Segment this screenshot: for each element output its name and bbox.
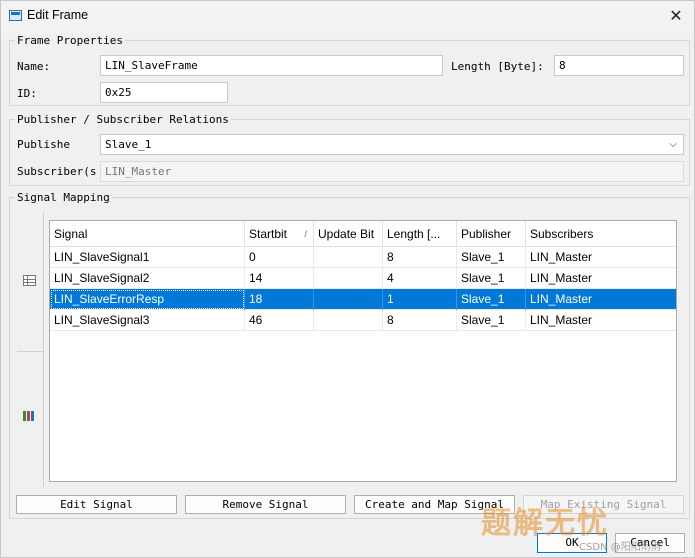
cell-startbit: 46 xyxy=(245,310,314,331)
panel-divider xyxy=(17,351,44,352)
column-header-subscribers[interactable]: Subscribers xyxy=(526,221,676,247)
cell-length: 1 xyxy=(383,289,457,310)
cell-update-bit xyxy=(314,289,383,310)
cell-update-bit xyxy=(314,310,383,331)
cell-publisher: Slave_1 xyxy=(457,268,526,289)
title-bar: Edit Frame ✕ xyxy=(1,1,694,33)
edit-signal-button[interactable]: Edit Signal xyxy=(16,495,177,514)
sort-indicator-icon: / xyxy=(304,229,307,239)
cell-length: 8 xyxy=(383,310,457,331)
ok-button[interactable]: OK xyxy=(537,533,607,553)
cell-signal: LIN_SlaveSignal3 xyxy=(50,310,245,331)
cell-signal: LIN_SlaveErrorResp xyxy=(50,289,245,310)
cell-update-bit xyxy=(314,247,383,268)
id-label: ID: xyxy=(17,87,37,100)
cell-publisher: Slave_1 xyxy=(457,247,526,268)
table-row[interactable]: LIN_SlaveSignal1 0 8 Slave_1 LIN_Master xyxy=(50,247,676,268)
column-header-signal[interactable]: Signal xyxy=(50,221,245,247)
cell-subscribers: LIN_Master xyxy=(530,250,593,264)
publisher-label: Publishe xyxy=(17,138,70,151)
remove-signal-button[interactable]: Remove Signal xyxy=(185,495,346,514)
cell-update-bit xyxy=(314,268,383,289)
publisher-value: Slave_1 xyxy=(105,138,152,151)
subscriber-field: LIN_Master xyxy=(100,161,684,182)
window-title: Edit Frame xyxy=(27,8,89,22)
edit-frame-dialog: Edit Frame ✕ Frame Properties Name: LIN_… xyxy=(0,0,695,558)
column-header-length[interactable]: Length [... xyxy=(383,221,457,247)
cell-startbit: 0 xyxy=(245,247,314,268)
chevron-down-icon: ⌵ xyxy=(669,139,677,150)
table-row-selected[interactable]: LIN_SlaveErrorResp 18 1 Slave_1 LIN_Mast… xyxy=(50,289,676,310)
cell-publisher: Slave_1 xyxy=(457,289,526,310)
table-row[interactable]: LIN_SlaveSignal2 14 4 Slave_1 LIN_Master xyxy=(50,268,676,289)
cell-publisher: Slave_1 xyxy=(457,310,526,331)
view-switcher-panel xyxy=(17,211,44,487)
name-field[interactable]: LIN_SlaveFrame xyxy=(100,55,443,76)
subscriber-label: Subscriber(s xyxy=(17,165,97,178)
close-button[interactable]: ✕ xyxy=(664,5,688,27)
table-header: Signal Startbit / Update Bit Length [... … xyxy=(50,221,676,247)
name-label: Name: xyxy=(17,60,51,73)
frame-window-icon xyxy=(9,10,22,21)
cell-subscribers: LIN_Master xyxy=(530,292,593,306)
column-header-publisher[interactable]: Publisher xyxy=(457,221,526,247)
cancel-button[interactable]: Cancel xyxy=(615,533,685,553)
id-field[interactable]: 0x25 xyxy=(100,82,228,103)
cell-startbit: 14 xyxy=(245,268,314,289)
length-field[interactable]: 8 xyxy=(554,55,684,76)
length-label: Length [Byte]: xyxy=(451,60,544,73)
signal-mapping-label: Signal Mapping xyxy=(15,191,112,204)
publisher-combobox[interactable]: Slave_1 ⌵ xyxy=(100,134,684,155)
column-header-update-bit[interactable]: Update Bit xyxy=(314,221,383,247)
column-header-startbit[interactable]: Startbit / xyxy=(245,221,314,247)
frame-properties-label: Frame Properties xyxy=(15,34,125,47)
cell-signal: LIN_SlaveSignal2 xyxy=(50,268,245,289)
map-existing-signal-button[interactable]: Map Existing Signal xyxy=(523,495,684,514)
signal-table[interactable]: Signal Startbit / Update Bit Length [... … xyxy=(49,220,677,482)
cell-subscribers: LIN_Master xyxy=(530,271,593,285)
cell-subscribers: LIN_Master xyxy=(530,313,593,327)
table-row[interactable]: LIN_SlaveSignal3 46 8 Slave_1 LIN_Master xyxy=(50,310,676,331)
create-map-signal-button[interactable]: Create and Map Signal xyxy=(354,495,515,514)
cell-signal: LIN_SlaveSignal1 xyxy=(50,247,245,268)
cell-length: 8 xyxy=(383,247,457,268)
relations-label: Publisher / Subscriber Relations xyxy=(15,113,231,126)
cell-length: 4 xyxy=(383,268,457,289)
cell-startbit: 18 xyxy=(245,289,314,310)
table-view-icon[interactable] xyxy=(23,275,36,286)
mapping-view-icon[interactable] xyxy=(23,411,36,421)
